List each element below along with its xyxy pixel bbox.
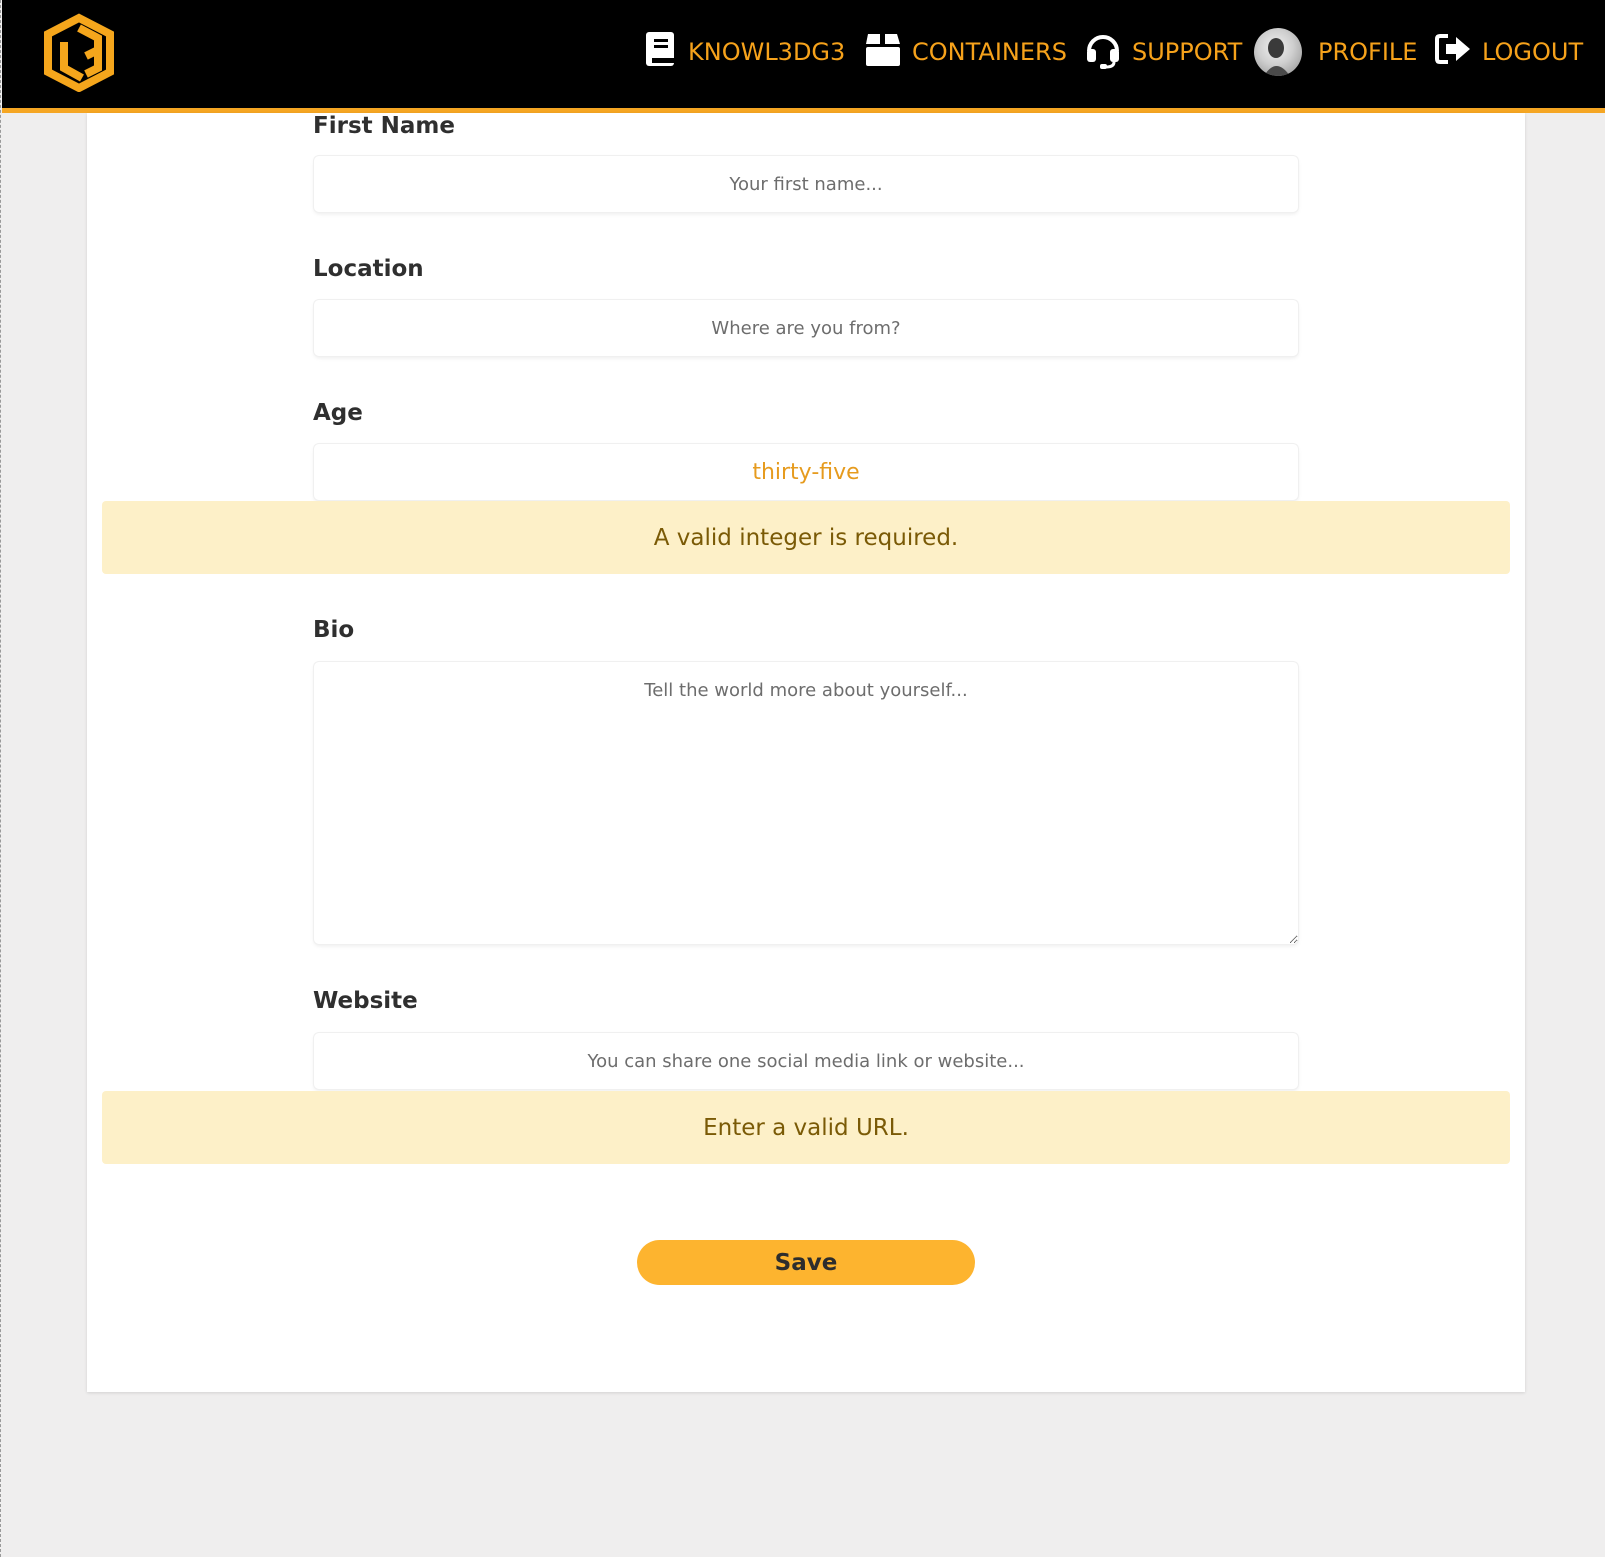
profile-form-card: First Name Location Age A valid integer … xyxy=(87,113,1525,1392)
nav-containers[interactable]: CONTAINERS xyxy=(864,30,1067,74)
page-edge-rule xyxy=(0,0,2,1557)
nav-label: CONTAINERS xyxy=(912,38,1067,66)
age-error-alert: A valid integer is required. xyxy=(102,501,1510,574)
sign-out-icon xyxy=(1434,32,1472,72)
location-label: Location xyxy=(313,256,424,282)
first-name-input[interactable] xyxy=(314,156,1298,212)
avatar xyxy=(1254,28,1302,76)
nav-label: SUPPORT xyxy=(1132,38,1243,66)
box-icon xyxy=(864,30,902,74)
location-input[interactable] xyxy=(314,300,1298,356)
top-navbar: KNOWL3DG3 CONTAINERS SUPPORT PROFILE LOG… xyxy=(2,0,1605,113)
website-error-alert: Enter a valid URL. xyxy=(102,1091,1510,1164)
nav-support[interactable]: SUPPORT xyxy=(1084,30,1242,74)
website-label: Website xyxy=(313,988,418,1014)
nav-knowl3dg3[interactable]: KNOWL3DG3 xyxy=(644,30,845,74)
age-label: Age xyxy=(313,400,363,426)
logo-icon[interactable] xyxy=(40,12,118,93)
book-icon xyxy=(644,30,678,74)
headset-icon xyxy=(1084,29,1122,75)
first-name-label: First Name xyxy=(313,113,455,139)
website-input[interactable] xyxy=(314,1033,1298,1089)
nav-profile[interactable]: PROFILE xyxy=(1254,28,1418,76)
bio-textarea[interactable] xyxy=(314,662,1298,944)
nav-label: KNOWL3DG3 xyxy=(688,38,846,66)
save-button[interactable]: Save xyxy=(637,1240,975,1285)
age-input[interactable] xyxy=(314,444,1298,500)
nav-logout[interactable]: LOGOUT xyxy=(1434,30,1583,74)
nav-label: LOGOUT xyxy=(1482,38,1584,66)
bio-label: Bio xyxy=(313,617,355,643)
nav-label: PROFILE xyxy=(1318,38,1418,66)
